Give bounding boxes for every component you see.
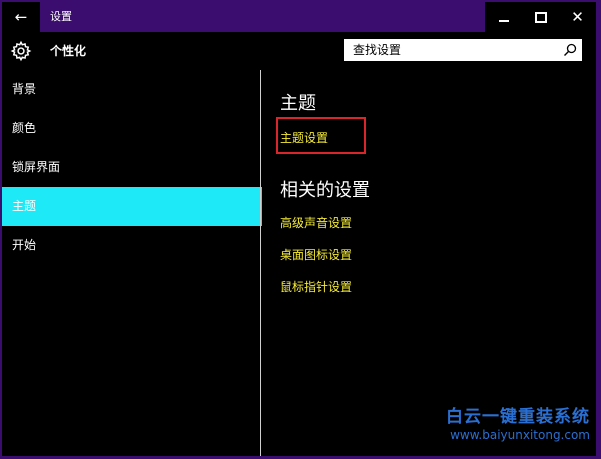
watermark-title: 白云一键重装系统 bbox=[446, 407, 590, 427]
back-button[interactable]: ← bbox=[2, 2, 40, 32]
search-box[interactable] bbox=[344, 39, 582, 61]
sidebar-item-colors[interactable]: 颜色 bbox=[2, 109, 262, 148]
maximize-button[interactable] bbox=[522, 2, 559, 32]
sidebar-item-lock-screen[interactable]: 锁屏界面 bbox=[2, 148, 262, 187]
sidebar-item-background[interactable]: 背景 bbox=[2, 70, 262, 109]
window-title: 设置 bbox=[50, 10, 72, 23]
minimize-icon bbox=[498, 20, 509, 22]
maximize-icon bbox=[534, 11, 547, 23]
mouse-pointer-settings-link[interactable]: 鼠标指针设置 bbox=[280, 278, 352, 295]
title-bar: ← 设置 ✕ bbox=[2, 2, 596, 32]
sidebar-item-label: 锁屏界面 bbox=[12, 160, 61, 174]
watermark-url: www.baiyunxitong.com bbox=[450, 428, 590, 442]
page-header: 个性化 bbox=[2, 32, 596, 70]
desktop-icon-settings-link[interactable]: 桌面图标设置 bbox=[280, 246, 352, 263]
related-settings-heading: 相关的设置 bbox=[280, 180, 370, 201]
back-arrow-icon: ← bbox=[14, 8, 28, 26]
highlight-box bbox=[276, 117, 366, 154]
close-icon: ✕ bbox=[571, 7, 584, 26]
sidebar-item-label: 开始 bbox=[12, 238, 37, 252]
sidebar-item-start[interactable]: 开始 bbox=[2, 226, 262, 265]
advanced-sound-settings-link[interactable]: 高级声音设置 bbox=[280, 214, 352, 231]
settings-window: ← 设置 ✕ 个性化 查找设置 背景 颜色 锁屏界面 主题 开始 主题 主题设置… bbox=[2, 2, 596, 456]
watermark: 白云一键重装系统 www.baiyunxitong.com bbox=[446, 402, 590, 442]
sidebar-item-themes[interactable]: 主题 bbox=[2, 187, 262, 226]
close-button[interactable]: ✕ bbox=[559, 2, 596, 32]
minimize-button[interactable] bbox=[485, 2, 522, 32]
sidebar-item-label: 主题 bbox=[12, 199, 37, 213]
window-controls: ✕ bbox=[485, 2, 596, 32]
page-title: 个性化 bbox=[50, 44, 87, 58]
sidebar: 背景 颜色 锁屏界面 主题 开始 bbox=[2, 70, 262, 456]
gear-icon bbox=[10, 40, 32, 62]
sidebar-divider bbox=[260, 70, 261, 456]
theme-heading: 主题 bbox=[280, 93, 316, 114]
search-input[interactable] bbox=[345, 40, 567, 60]
search-icon[interactable] bbox=[563, 43, 577, 57]
sidebar-item-label: 颜色 bbox=[12, 121, 37, 135]
sidebar-item-label: 背景 bbox=[12, 82, 37, 96]
